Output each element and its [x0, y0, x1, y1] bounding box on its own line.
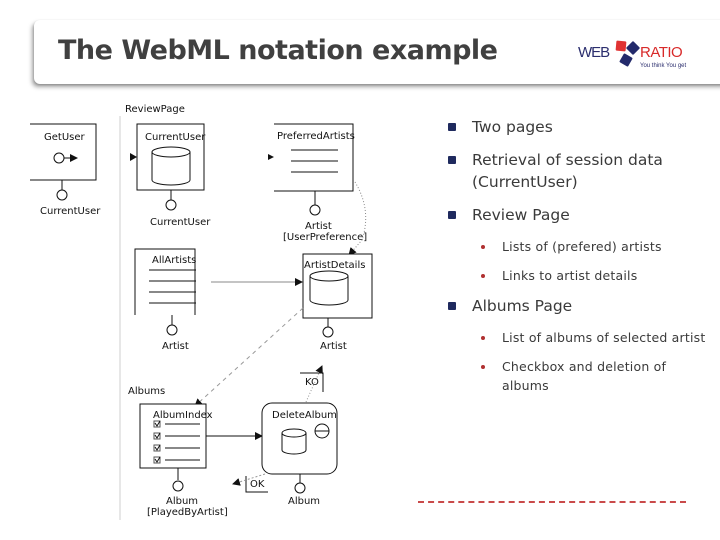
bullet-two-pages: Two pages [446, 116, 706, 138]
param-circle-icon [56, 189, 68, 201]
preferred-artists-selector: [UserPreference] [283, 232, 367, 243]
param-circle-icon [322, 326, 334, 338]
param-circle-icon [165, 199, 177, 211]
ok-link: OK [232, 473, 268, 493]
bullet-albums-page: Albums Page [446, 295, 706, 317]
param-circle-icon [166, 324, 178, 336]
all-artists-param: Artist [162, 341, 189, 352]
sub-bullet-preferred-artists: Lists of (prefered) artists [446, 237, 706, 256]
incoming-arrow-icon [268, 154, 274, 160]
incoming-arrow-icon [130, 153, 137, 161]
param-circle-icon [172, 480, 184, 492]
get-user-circle-icon [53, 152, 65, 164]
current-user-param: CurrentUser [150, 217, 211, 228]
delete-album-label: DeleteAlbum [272, 410, 337, 421]
current-user-label: CurrentUser [145, 132, 206, 143]
footer-dashed-divider [418, 501, 686, 503]
checkbox-icon [153, 444, 161, 452]
preferred-artists-param: Artist [305, 221, 332, 232]
artist-details-param: Artist [320, 341, 347, 352]
ok-label: OK [250, 479, 265, 490]
param-circle-icon [294, 482, 306, 494]
album-index-unit: AlbumIndex Album [PlayedByArtist] [139, 403, 228, 518]
bullet-review-page: Review Page [446, 204, 706, 226]
delete-album-unit: DeleteAlbum Album [261, 402, 338, 507]
bullet-list: Two pages Retrieval of session data (Cur… [446, 116, 706, 405]
album-index-label: AlbumIndex [153, 410, 213, 421]
current-user-unit: CurrentUser CurrentUser [130, 123, 211, 228]
sub-bullet-checkbox-deletion: Checkbox and deletion of albums [446, 357, 706, 395]
ko-link: KO [300, 365, 324, 403]
albums-page-label: Albums [128, 386, 165, 397]
param-circle-icon [309, 204, 321, 216]
checkbox-icon [153, 432, 161, 440]
all-artists-label: AllArtists [152, 255, 196, 266]
sub-bullet-artist-details-links: Links to artist details [446, 266, 706, 285]
preferred-artists-label: PreferredArtists [277, 131, 355, 142]
review-page-label: ReviewPage [125, 104, 185, 115]
link-details-to-albums [194, 307, 304, 407]
checkbox-icon [153, 456, 161, 464]
ko-label: KO [305, 377, 319, 388]
get-user-unit: GetUser CurrentUser [30, 123, 101, 217]
get-user-param: CurrentUser [40, 206, 101, 217]
bullet-session-data: Retrieval of session data (CurrentUser) [446, 149, 706, 193]
all-artists-unit: AllArtists Artist [134, 248, 196, 352]
delete-album-param: Album [288, 496, 320, 507]
checkbox-icon [153, 420, 161, 428]
album-index-selector: [PlayedByArtist] [147, 507, 228, 518]
album-index-param: Album [166, 496, 198, 507]
preferred-artists-unit: PreferredArtists Artist [UserPreference] [268, 123, 367, 243]
get-user-label: GetUser [44, 132, 86, 143]
artist-details-label: ArtistDetails [304, 260, 365, 271]
sub-bullet-album-list: List of albums of selected artist [446, 328, 706, 347]
transport-link-preferred-to-details [348, 181, 367, 256]
artist-details-unit: ArtistDetails Artist [302, 253, 373, 352]
